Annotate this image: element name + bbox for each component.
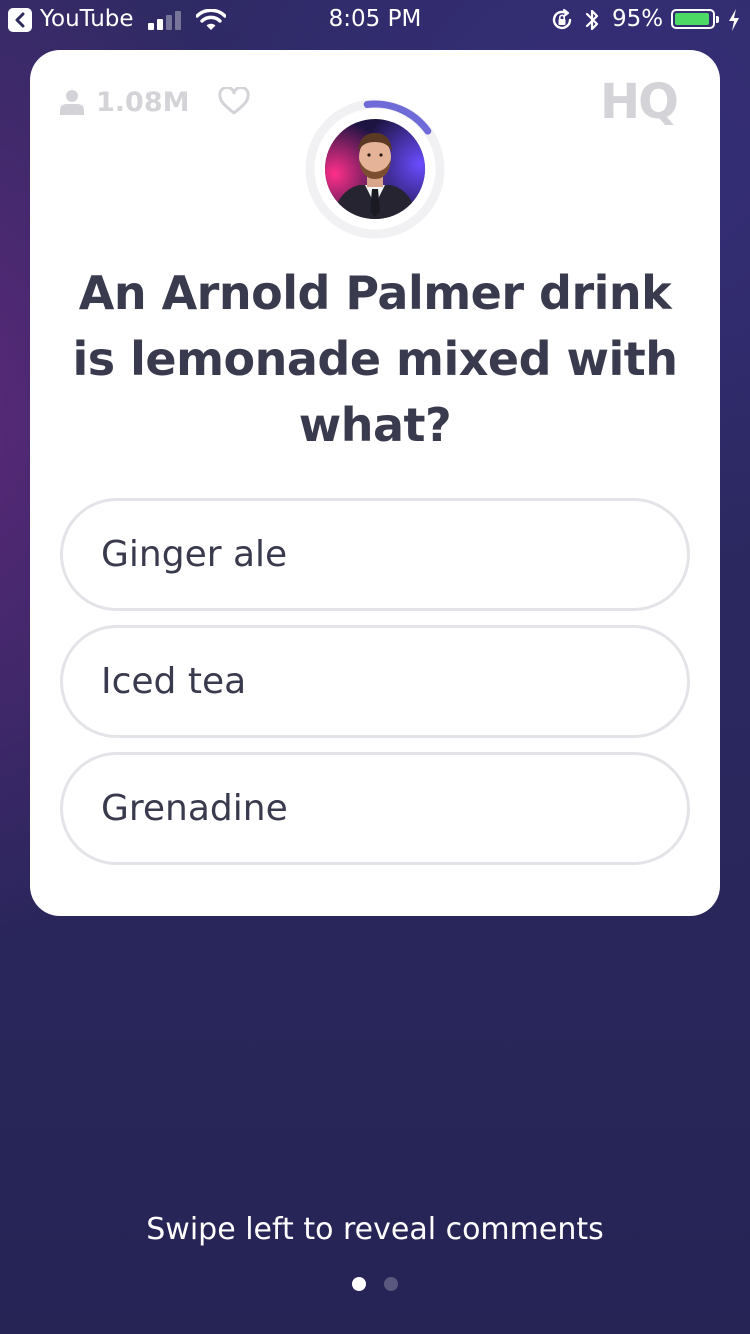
user-icon (60, 90, 84, 115)
orientation-lock-icon (552, 8, 572, 30)
bluetooth-icon (585, 9, 599, 31)
answer-option-label: Ginger ale (101, 534, 288, 575)
heart-icon[interactable] (218, 87, 250, 115)
page-indicator[interactable] (0, 1277, 750, 1291)
charging-icon (729, 9, 739, 31)
page-dot-1 (352, 1277, 366, 1291)
answer-option-1[interactable]: Ginger ale (60, 498, 690, 611)
battery-fill (675, 13, 709, 25)
hq-logo: HQ (600, 76, 679, 126)
countdown-timer (303, 97, 447, 241)
answer-option-label: Iced tea (101, 661, 247, 702)
viewer-count: 1.08M (60, 86, 190, 118)
answer-option-2[interactable]: Iced tea (60, 625, 690, 738)
swipe-hint: Swipe left to reveal comments (146, 1212, 604, 1247)
question-text: An Arnold Palmer drink is lemonade mixed… (72, 266, 678, 452)
status-bar: YouTube 8:05 PM 95% (0, 0, 750, 40)
question-card: 1.08M HQ An Arnold Palmer drink is lemon… (30, 50, 720, 916)
answer-option-label: Grenadine (101, 788, 288, 829)
answer-option-3[interactable]: Grenadine (60, 752, 690, 865)
hq-logo-text: HQ (600, 76, 677, 126)
battery-percent: 95% (612, 6, 664, 32)
host-avatar (325, 119, 425, 219)
viewer-count-text: 1.08M (96, 86, 190, 118)
battery-icon (671, 9, 719, 29)
answer-list: Ginger ale Iced tea Grenadine (60, 498, 690, 879)
page-dot-2 (384, 1277, 398, 1291)
